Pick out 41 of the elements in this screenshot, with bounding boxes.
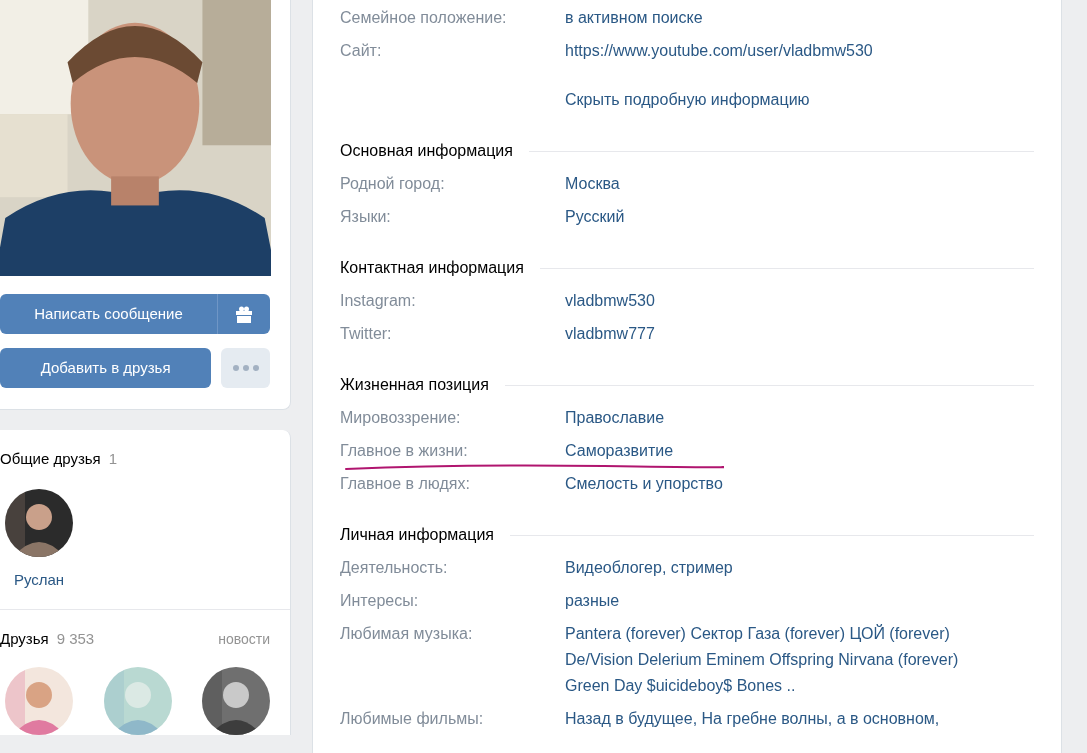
more-button[interactable] [221, 348, 270, 388]
friend-count: 1 [108, 449, 118, 469]
info-value[interactable]: Москва [565, 171, 1005, 197]
section-heading: Жизненная позиция [340, 375, 489, 395]
info-label: Интересы: [340, 591, 420, 611]
toggle-link[interactable]: Скрыть подробную информацию [565, 91, 810, 108]
info-label: Деятельность: [340, 558, 449, 578]
section-title[interactable]: Друзья [0, 628, 49, 651]
info-label: Родной город: [340, 174, 446, 194]
info-label: Языки: [340, 207, 392, 227]
add-friend-button[interactable]: Добавить в друзья [0, 348, 212, 388]
section-heading: Контактная информация [340, 258, 524, 278]
info-value[interactable]: Саморазвитие [565, 438, 1005, 464]
info-value[interactable]: Смелость и упорство [565, 471, 1005, 497]
info-value[interactable]: Русский [565, 204, 1005, 230]
friend-count: 9 353 [56, 629, 95, 649]
info-value[interactable]: Pantera (forever) Сектор Газа (forever) ЦОЙ (forever) De/Vision Delerium Eminem Offspring Nirvana (forever) Green Day $uicideboy$ Bones .. [565, 621, 1005, 699]
info-label: Любимые фильмы: [340, 709, 485, 729]
info-value[interactable]: https://www.youtube.com/user/vladbmw530 [565, 38, 1005, 64]
info-label: Twitter: [340, 324, 393, 344]
info-value[interactable]: vladbmw530 [565, 288, 1005, 314]
info-value[interactable]: Православие [565, 405, 1005, 431]
gift-icon[interactable] [236, 305, 252, 323]
info-label: Любимая музыка: [340, 624, 474, 644]
section-heading: Личная информация [340, 525, 494, 545]
info-label: Instagram: [340, 291, 417, 311]
info-label: Сайт: [340, 41, 383, 61]
section-title[interactable]: Общие друзья [0, 448, 101, 471]
info-value[interactable]: Видеоблогер, стример [565, 555, 1005, 581]
more-icon[interactable] [232, 365, 259, 371]
friend-name[interactable]: Руслан [13, 568, 65, 591]
info-label: Главное в жизни: [340, 441, 469, 461]
section-heading: Основная информация [340, 141, 513, 161]
info-label: Главное в людях: [340, 474, 471, 494]
info-label: Семейное положение: [340, 8, 508, 28]
info-value[interactable]: Назад в будущее, На гребне волны, а в основном, [565, 706, 1005, 732]
info-value[interactable]: в активном поиске [565, 5, 1005, 31]
info-value[interactable]: разные [565, 588, 1005, 614]
info-label: Мировоззрение: [340, 408, 462, 428]
info-value[interactable]: vladbmw777 [565, 321, 1005, 347]
message-button[interactable]: Написать сообщение [0, 294, 270, 334]
